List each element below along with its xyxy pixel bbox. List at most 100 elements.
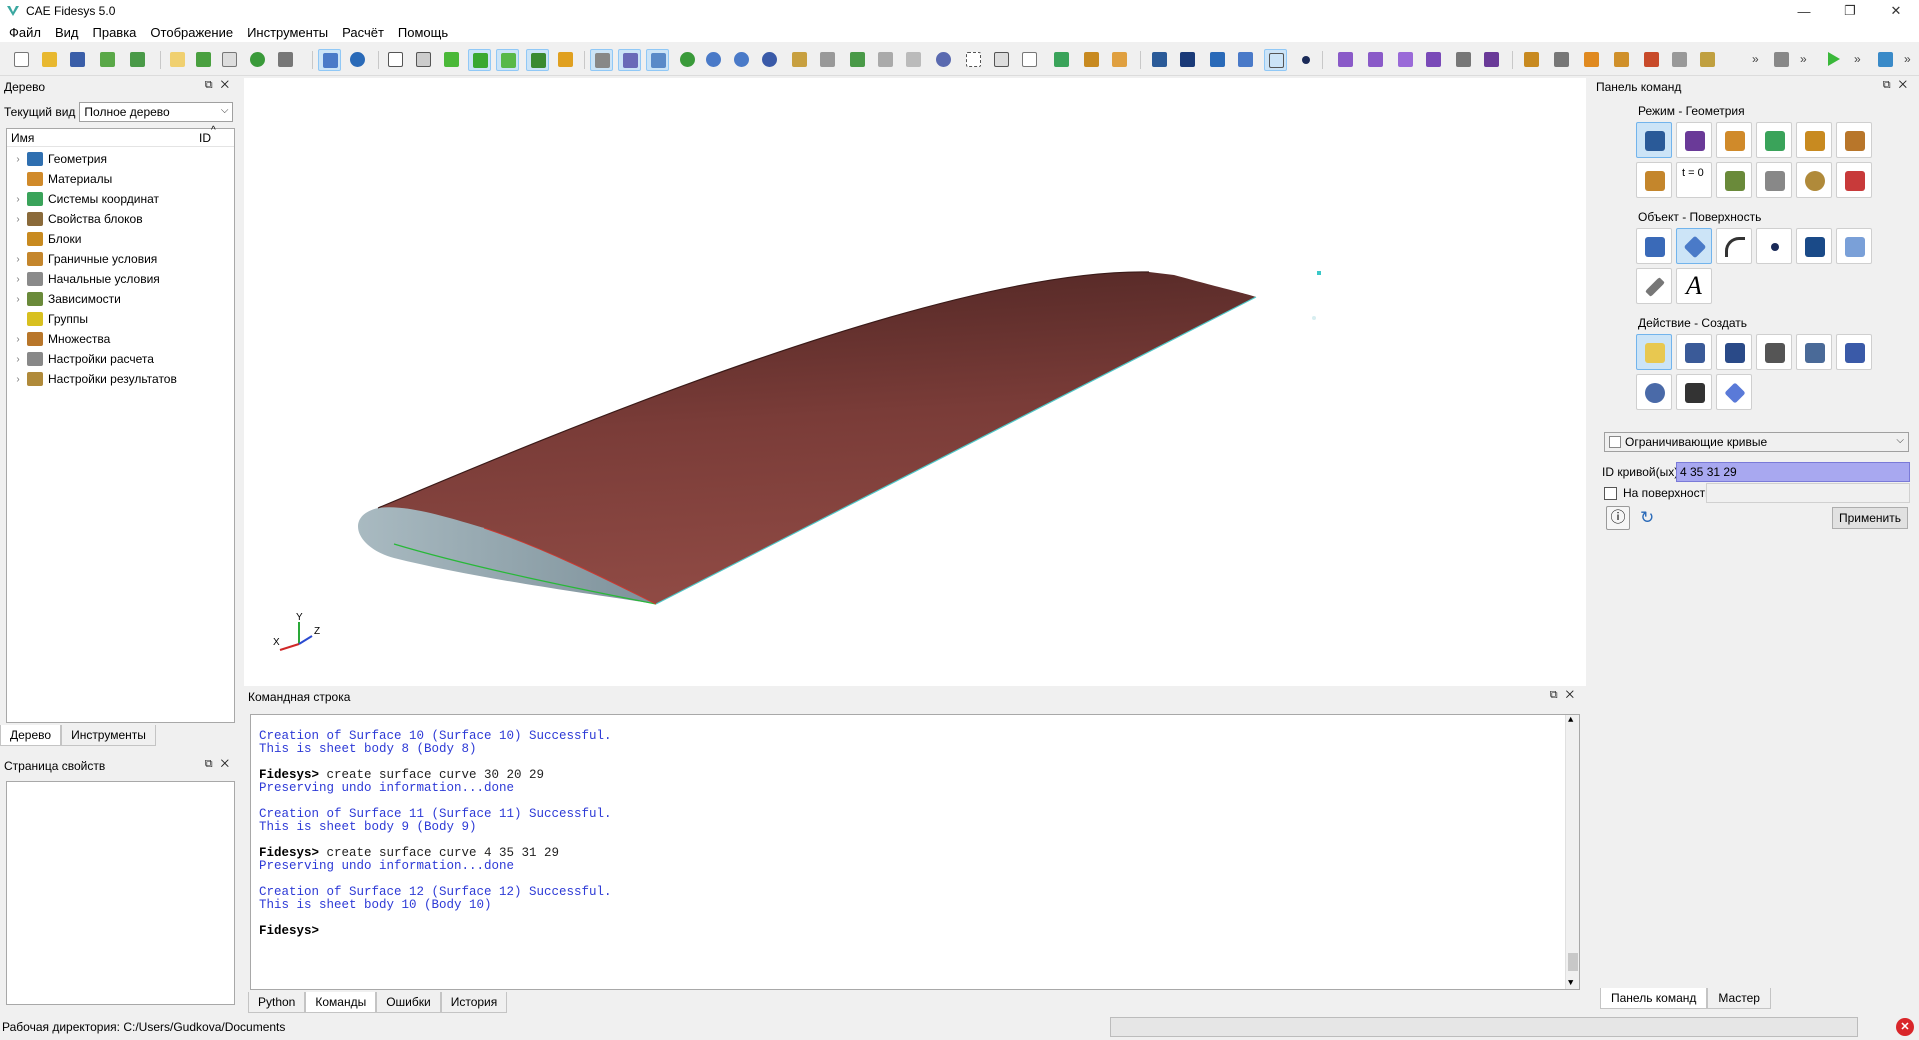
option-dropdown[interactable]: Ограничивающие кривые ⌵: [1604, 432, 1909, 452]
pause-icon[interactable]: [246, 49, 269, 71]
float-icon[interactable]: ⧉: [205, 79, 221, 91]
tab-tools[interactable]: Инструменты: [61, 725, 156, 746]
expand-chevron-icon[interactable]: ›: [11, 334, 25, 345]
results-icon[interactable]: [1874, 49, 1897, 71]
undo-icon[interactable]: [346, 49, 369, 71]
properties-area[interactable]: [6, 781, 235, 1005]
edge-icon[interactable]: [1364, 49, 1387, 71]
pressure-icon[interactable]: [1610, 49, 1633, 71]
element-icon[interactable]: [1480, 49, 1503, 71]
menu-edit[interactable]: Правка: [86, 25, 144, 40]
grid-icon[interactable]: [590, 49, 613, 71]
zoom-in-icon[interactable]: [702, 49, 725, 71]
column-name[interactable]: Имя: [11, 131, 34, 145]
mode-view-results-icon[interactable]: [1836, 162, 1872, 198]
script-icon[interactable]: [166, 49, 189, 71]
transparent-icon[interactable]: [496, 49, 519, 71]
menu-view[interactable]: Вид: [48, 25, 86, 40]
close-icon[interactable]: ✕: [1899, 79, 1915, 91]
tree-item[interactable]: Группы: [7, 309, 88, 329]
tab-wizard[interactable]: Мастер: [1707, 988, 1771, 1009]
expand-chevron-icon[interactable]: ›: [11, 274, 25, 285]
toolbar-overflow-icon-3[interactable]: »: [1854, 52, 1861, 66]
tree-item[interactable]: › Множества: [7, 329, 110, 349]
mode-calc-icon[interactable]: [1756, 162, 1792, 198]
load-icon[interactable]: [1520, 49, 1543, 71]
menu-display[interactable]: Отображение: [143, 25, 240, 40]
menu-help[interactable]: Помощь: [391, 25, 455, 40]
shaded-edges-icon[interactable]: [468, 49, 491, 71]
tab-python[interactable]: Python: [248, 992, 306, 1013]
mode-blocks-icon[interactable]: [1796, 122, 1832, 158]
current-view-select[interactable]: Полное дерево ⌵: [79, 102, 234, 122]
tree-item[interactable]: › Зависимости: [7, 289, 121, 309]
on-surface-checkbox[interactable]: [1604, 487, 1617, 500]
tree-item[interactable]: › Геометрия: [7, 149, 107, 169]
action-boolean-icon[interactable]: [1836, 334, 1872, 370]
save-icon[interactable]: [66, 49, 89, 71]
expand-chevron-icon[interactable]: ›: [11, 374, 25, 385]
object-body-icon[interactable]: [1836, 228, 1872, 264]
curve-id-input[interactable]: 4 35 31 29: [1676, 462, 1910, 482]
axes-icon[interactable]: [1050, 49, 1073, 71]
action-split-icon[interactable]: [1676, 374, 1712, 410]
command-console[interactable]: Creation of Surface 10 (Surface 10) Succ…: [250, 714, 1580, 990]
restore-button[interactable]: ❐: [1827, 0, 1873, 22]
clip-icon[interactable]: [646, 49, 669, 71]
object-group-icon[interactable]: [1796, 228, 1832, 264]
temperature-icon[interactable]: [1640, 49, 1663, 71]
console-scrollbar[interactable]: ▲ ▼: [1565, 715, 1579, 989]
tree-item[interactable]: › Начальные условия: [7, 269, 160, 289]
tree-item[interactable]: › Настройки расчета: [7, 349, 154, 369]
close-icon[interactable]: ✕: [221, 758, 237, 770]
run-icon[interactable]: [1824, 49, 1847, 71]
view-bottom-icon[interactable]: [932, 49, 955, 71]
box-icon[interactable]: [1206, 49, 1229, 71]
hex-icon[interactable]: [1422, 49, 1445, 71]
expand-chevron-icon[interactable]: ›: [11, 354, 25, 365]
view-iso-icon[interactable]: [788, 49, 811, 71]
column-id[interactable]: ID: [199, 131, 211, 145]
perspective-icon[interactable]: [618, 49, 641, 71]
toolbar-overflow-icon-2[interactable]: »: [1800, 52, 1807, 66]
mode-dependencies-icon[interactable]: [1716, 162, 1752, 198]
object-volume-icon[interactable]: [1636, 228, 1672, 264]
node-icon[interactable]: [1334, 49, 1357, 71]
nodes-display-icon[interactable]: [554, 49, 577, 71]
import-icon[interactable]: [96, 49, 119, 71]
float-icon[interactable]: ⧉: [1883, 79, 1899, 91]
view-right-icon[interactable]: [874, 49, 897, 71]
float-icon[interactable]: ⧉: [205, 758, 221, 770]
measure-icon[interactable]: [1080, 49, 1103, 71]
mode-results-icon[interactable]: [1796, 162, 1832, 198]
action-create-icon[interactable]: [1636, 334, 1672, 370]
wireframe-icon[interactable]: [384, 49, 407, 71]
scroll-up-icon[interactable]: ▲: [1568, 715, 1573, 725]
fit-view-icon[interactable]: [758, 49, 781, 71]
object-curve-icon[interactable]: [1716, 228, 1752, 264]
select-icon[interactable]: [318, 49, 341, 71]
tab-errors[interactable]: Ошибки: [376, 992, 441, 1013]
mesh-display-icon[interactable]: [526, 49, 549, 71]
id-icon[interactable]: [218, 49, 241, 71]
tab-history[interactable]: История: [440, 992, 508, 1013]
vertex-point[interactable]: [1317, 271, 1321, 275]
vertex-icon[interactable]: [1294, 49, 1317, 71]
expand-chevron-icon[interactable]: ›: [11, 254, 25, 265]
deselect-icon[interactable]: [990, 49, 1013, 71]
menu-calculation[interactable]: Расчёт: [335, 25, 391, 40]
menu-tools[interactable]: Инструменты: [240, 25, 335, 40]
float-icon[interactable]: ⧉: [1550, 689, 1566, 701]
expand-chevron-icon[interactable]: ›: [11, 194, 25, 205]
menu-file[interactable]: Файл: [2, 25, 48, 40]
view-front-icon[interactable]: [816, 49, 839, 71]
tree-item[interactable]: Материалы: [7, 169, 112, 189]
close-icon[interactable]: ✕: [221, 79, 237, 91]
expand-chevron-icon[interactable]: ›: [11, 214, 25, 225]
spring-icon[interactable]: [1668, 49, 1691, 71]
reset-icon[interactable]: ↻: [1640, 508, 1654, 528]
curve-icon[interactable]: [1264, 49, 1287, 71]
mode-coordinates-icon[interactable]: [1756, 122, 1792, 158]
export-icon[interactable]: [126, 49, 149, 71]
tree-item[interactable]: › Граничные условия: [7, 249, 157, 269]
